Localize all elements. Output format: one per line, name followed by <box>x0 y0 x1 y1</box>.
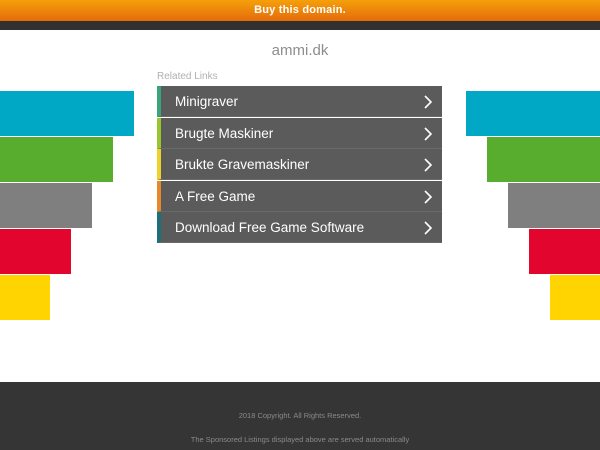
footer: 2018 Copyright. All Rights Reserved. The… <box>0 382 600 450</box>
chevron-right-icon <box>422 158 434 172</box>
related-links-heading: Related Links <box>157 71 218 82</box>
buy-domain-banner: Buy this domain. <box>0 0 600 21</box>
decor-bar-left-red <box>0 229 71 274</box>
decor-bar-left-cyan <box>0 91 134 136</box>
decor-bar-left-yellow <box>0 275 50 320</box>
header-divider <box>0 21 600 30</box>
related-links-list: Minigraver Brugte Maskiner Brukte Gravem… <box>157 86 442 244</box>
related-link-label: Download Free Game Software <box>175 220 365 236</box>
related-link-label: Brugte Maskiner <box>175 125 274 141</box>
footer-notice: The Sponsored Listings displayed above a… <box>190 435 410 444</box>
decor-bar-right-green <box>487 137 600 182</box>
related-link-label: Brukte Gravemaskiner <box>175 157 310 173</box>
related-link-item[interactable]: Minigraver <box>157 86 442 117</box>
footer-copyright: 2018 Copyright. All Rights Reserved. <box>238 411 362 420</box>
decor-bar-right-red <box>529 229 600 274</box>
related-link-item[interactable]: Brugte Maskiner <box>157 117 442 149</box>
chevron-right-icon <box>422 221 434 235</box>
decor-bar-right-yellow <box>550 275 600 320</box>
chevron-right-icon <box>422 127 434 141</box>
chevron-right-icon <box>422 190 434 204</box>
related-link-item[interactable]: Download Free Game Software <box>157 212 442 244</box>
domain-title: ammi.dk <box>271 42 329 59</box>
related-link-label: A Free Game <box>175 188 256 204</box>
buy-domain-link[interactable]: Buy this domain. <box>254 0 346 21</box>
decor-bar-right-gray <box>508 183 600 228</box>
chevron-right-icon <box>422 95 434 109</box>
related-link-item[interactable]: Brukte Gravemaskiner <box>157 149 442 181</box>
related-link-item[interactable]: A Free Game <box>157 180 442 212</box>
decor-bar-left-green <box>0 137 113 182</box>
related-link-label: Minigraver <box>175 94 239 109</box>
decor-bar-left-gray <box>0 183 92 228</box>
decor-bar-right-cyan <box>466 91 600 136</box>
